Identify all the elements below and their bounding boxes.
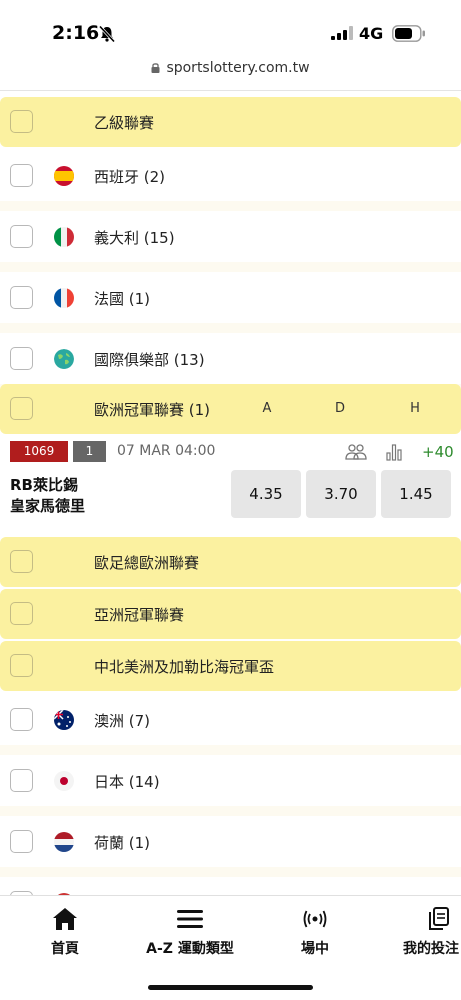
country-label: 日本 (14): [94, 773, 160, 791]
league-row-segunda[interactable]: 乙級聯賽: [0, 97, 461, 147]
league-row-concacaf[interactable]: 中北美洲及加勒比海冠軍盃: [0, 641, 461, 691]
tab-home[interactable]: 首頁: [40, 906, 90, 958]
row-checkbox[interactable]: [10, 347, 33, 370]
team-away: 皇家馬德里: [10, 497, 86, 515]
league-list[interactable]: 乙級聯賽 西班牙 (2) 義大利 (15) 法國 (1) 國際俱樂部 (13) …: [0, 90, 461, 895]
odds-button-away[interactable]: 4.35: [231, 470, 301, 518]
tab-az-sports[interactable]: A-Z 運動類型: [140, 906, 240, 958]
league-label: 乙級聯賽: [94, 114, 155, 132]
country-row-spain[interactable]: 西班牙 (2): [0, 151, 461, 211]
odds-header-draw: D: [334, 401, 345, 416]
odds-button-draw[interactable]: 3.70: [306, 470, 376, 518]
league-label: 歐足總歐洲聯賽: [94, 554, 200, 572]
home-indicator: [148, 985, 313, 990]
status-time: 2:16: [52, 22, 100, 44]
tab-my-bets[interactable]: 我的投注: [403, 906, 461, 958]
row-checkbox[interactable]: [10, 225, 33, 248]
row-checkbox[interactable]: [10, 708, 33, 731]
italy-flag-icon: [54, 227, 74, 247]
tab-home-label: 首頁: [51, 941, 79, 957]
country-label: 國際俱樂部 (13): [94, 351, 205, 369]
netherlands-flag-icon: [54, 832, 74, 852]
odds-button-home[interactable]: 1.45: [381, 470, 451, 518]
tab-live-label: 場中: [301, 941, 329, 957]
league-row-afc[interactable]: 亞洲冠軍聯賽: [0, 589, 461, 639]
url-bar[interactable]: sportslottery.com.tw: [0, 60, 461, 90]
stats-icon[interactable]: [386, 443, 402, 461]
row-checkbox[interactable]: [10, 397, 33, 420]
tab-my-bets-label: 我的投注: [403, 941, 459, 957]
country-row-netherlands[interactable]: 荷蘭 (1): [0, 817, 461, 877]
match-tag-badge: 1: [73, 441, 106, 462]
live-icon: [303, 910, 327, 928]
country-label: 西班牙 (2): [94, 168, 166, 186]
country-label: 法國 (1): [94, 290, 151, 308]
match-datetime: 07 MAR 04:00: [117, 443, 216, 459]
country-row-france[interactable]: 法國 (1): [0, 273, 461, 333]
odds-header-away: A: [262, 401, 272, 416]
france-flag-icon: [54, 288, 74, 308]
spain-flag-icon: [54, 166, 74, 186]
country-label: 義大利 (15): [94, 229, 175, 247]
odds-header-home: H: [410, 401, 420, 416]
row-checkbox[interactable]: [10, 550, 33, 573]
row-checkbox[interactable]: [10, 110, 33, 133]
country-label: 澳洲 (7): [94, 712, 151, 730]
league-label: 中北美洲及加勒比海冠軍盃: [94, 658, 275, 676]
league-label: 亞洲冠軍聯賽: [94, 606, 185, 624]
row-checkbox[interactable]: [10, 164, 33, 187]
lock-icon: [151, 63, 160, 73]
league-row-uel[interactable]: 歐足總歐洲聯賽: [0, 537, 461, 587]
team-home: RB萊比錫: [10, 476, 78, 494]
more-markets-link[interactable]: +40: [422, 443, 454, 461]
country-row-japan[interactable]: 日本 (14): [0, 756, 461, 816]
signal-icon: [331, 26, 353, 40]
australia-flag-icon: [54, 710, 74, 730]
country-row-italy[interactable]: 義大利 (15): [0, 212, 461, 272]
tab-az-sports-label: A-Z 運動類型: [146, 941, 234, 957]
home-icon: [53, 908, 77, 930]
menu-icon: [177, 910, 203, 928]
country-row-australia[interactable]: 澳洲 (7): [0, 695, 461, 755]
japan-flag-icon: [54, 771, 74, 791]
league-label: 歐洲冠軍聯賽 (1): [94, 401, 211, 419]
lineup-icon[interactable]: [345, 443, 367, 461]
row-checkbox[interactable]: [10, 602, 33, 625]
row-checkbox[interactable]: [10, 769, 33, 792]
row-checkbox[interactable]: [10, 830, 33, 853]
country-row-partial[interactable]: [0, 878, 461, 895]
match-card[interactable]: 1069 1 07 MAR 04:00 +40 RB萊比錫 皇家馬德里 4.35…: [0, 436, 461, 521]
tab-live[interactable]: 場中: [290, 906, 340, 958]
match-number-badge: 1069: [10, 441, 68, 462]
globe-icon: [54, 349, 74, 369]
copy-icon: [429, 907, 449, 930]
silent-bell-icon: [98, 25, 116, 43]
country-label: 荷蘭 (1): [94, 834, 151, 852]
url-text: sportslottery.com.tw: [166, 60, 310, 76]
row-checkbox[interactable]: [10, 286, 33, 309]
battery-icon: [392, 25, 425, 42]
status-bar: 2:16 4G: [0, 0, 461, 60]
league-row-ucl[interactable]: 歐洲冠軍聯賽 (1) A D H: [0, 384, 461, 434]
row-checkbox[interactable]: [10, 654, 33, 677]
country-row-intl-clubs[interactable]: 國際俱樂部 (13): [0, 334, 461, 394]
network-label: 4G: [359, 24, 384, 43]
